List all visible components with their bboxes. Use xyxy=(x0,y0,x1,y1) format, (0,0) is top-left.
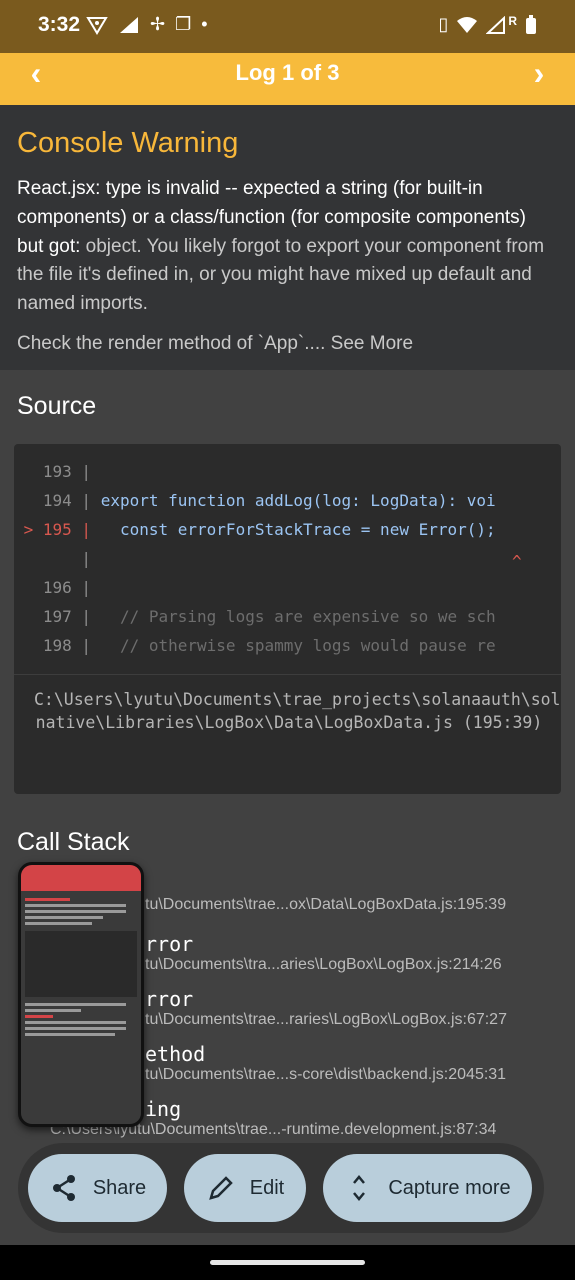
dot-icon: • xyxy=(201,14,208,34)
vpn-key-icon xyxy=(86,16,108,35)
stack-frame[interactable]: rror tu\Documents\trae...raries\LogBox\L… xyxy=(145,987,555,1029)
warning-title: Console Warning xyxy=(17,127,239,159)
vibrate-icon: ▯ xyxy=(438,14,449,34)
warning-message-rest: object. You likely forgot to export your… xyxy=(17,235,545,315)
warning-message: React.jsx: type is invalid -- expected a… xyxy=(17,175,557,319)
error-caret: ^ xyxy=(512,552,522,571)
pencil-icon xyxy=(208,1176,233,1200)
stack-frame[interactable]: ethod tu\Documents\trae...s-core\dist\ba… xyxy=(145,1042,555,1084)
status-right-icons: ▯ R xyxy=(438,14,537,35)
see-more-link[interactable]: ... See More xyxy=(310,333,414,354)
thumbnail-header xyxy=(21,865,141,891)
wifi-icon xyxy=(457,16,478,33)
window-icon: ❐ xyxy=(175,14,192,34)
signal-icon xyxy=(120,16,138,33)
code-line: | xyxy=(14,549,101,568)
expand-vertical-icon xyxy=(353,1175,366,1201)
edit-label: Edit xyxy=(249,1176,285,1199)
stack-frame[interactable]: ing C:\Users\lyutu\Documents\trae...-run… xyxy=(50,1097,555,1139)
stack-frame[interactable]: tu\Documents\trae...ox\Data\LogBoxData.j… xyxy=(145,870,555,914)
share-label: Share xyxy=(92,1176,147,1199)
source-title: Source xyxy=(17,392,97,420)
roaming-label: R xyxy=(508,13,517,28)
screenshot-preview-thumbnail[interactable] xyxy=(18,862,144,1127)
fan-icon: ✢ xyxy=(150,14,166,34)
screenshot-actions-bar: Share Edit Capture more xyxy=(18,1143,544,1233)
share-icon xyxy=(52,1175,75,1201)
log-title: Log 1 of 3 xyxy=(235,60,340,85)
code-frame[interactable]: 193 | 194 | export function addLog(log: … xyxy=(14,444,561,794)
code-line: 197 | // Parsing logs are expensive so w… xyxy=(14,607,496,626)
signal-r-icon xyxy=(486,15,506,34)
home-gesture-handle[interactable] xyxy=(210,1260,365,1265)
edit-button[interactable]: Edit xyxy=(184,1154,306,1222)
code-divider xyxy=(14,674,561,675)
code-line: 194 | export function addLog(log: LogDat… xyxy=(14,491,496,510)
battery-icon xyxy=(526,14,536,34)
check-text: Check the render method of `App`. xyxy=(17,333,310,354)
code-line: 196 | xyxy=(14,578,101,597)
thumbnail-body xyxy=(21,891,141,1124)
system-nav-bar xyxy=(0,1245,575,1280)
capture-more-label: Capture more xyxy=(388,1176,511,1199)
status-time: 3:32 xyxy=(38,13,81,36)
log-header: ‹ Log 1 of 3 › xyxy=(0,53,575,105)
call-stack-title: Call Stack xyxy=(17,828,130,856)
code-line-highlighted: > 195 | const errorForStackTrace = new E… xyxy=(14,520,496,539)
share-button[interactable]: Share xyxy=(28,1154,167,1222)
source-file-path[interactable]: C:\Users\lyutu\Documents\trae_projects\s… xyxy=(34,688,561,734)
code-line: 193 | xyxy=(14,462,101,481)
code-line: 198 | // otherwise spammy logs would pau… xyxy=(14,636,496,655)
status-bar: 3:32 ✢ ❐ • ▯ R xyxy=(0,0,575,53)
capture-more-button[interactable]: Capture more xyxy=(323,1154,532,1222)
next-log-button[interactable]: › xyxy=(519,55,559,92)
stack-frame[interactable]: rror tu\Documents\tra...aries\LogBox\Log… xyxy=(145,932,555,974)
warning-check: Check the render method of `App`.... See… xyxy=(17,333,413,355)
status-left-icons: ✢ ❐ • xyxy=(86,14,208,35)
warning-panel: Console Warning React.jsx: type is inval… xyxy=(0,105,575,370)
